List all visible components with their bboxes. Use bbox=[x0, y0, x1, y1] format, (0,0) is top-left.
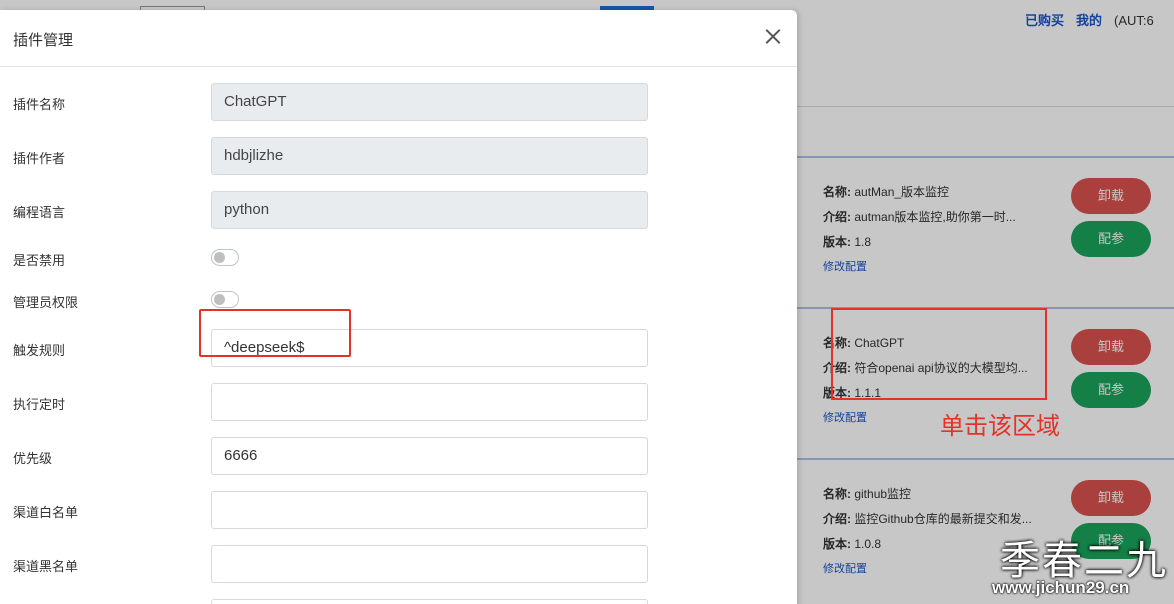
plugin-name-label: 插件名称 bbox=[13, 97, 66, 112]
whitelist-label: 渠道白名单 bbox=[13, 505, 79, 520]
priority-input[interactable]: 6666 bbox=[211, 437, 648, 475]
cron-input[interactable] bbox=[211, 383, 648, 421]
watermark-url: www.jichun29.cn bbox=[992, 578, 1130, 597]
annotation-text: 单击该区域 bbox=[940, 412, 1060, 440]
priority-label: 优先级 bbox=[13, 451, 53, 466]
plugin-manage-modal: 插件管理 插件名称 ChatGPT 插件作者 hdbjlizhe 编程语言 py… bbox=[0, 10, 797, 604]
annotation-highlight-box bbox=[831, 308, 1047, 400]
next-field-input[interactable] bbox=[211, 599, 648, 604]
admin-label: 管理员权限 bbox=[13, 295, 79, 310]
blacklist-label: 渠道黑名单 bbox=[13, 559, 79, 574]
disabled-toggle[interactable] bbox=[211, 249, 239, 266]
annotation-trigger-highlight bbox=[199, 309, 351, 357]
language-field: python bbox=[211, 191, 648, 229]
plugin-name-field: ChatGPT bbox=[211, 83, 648, 121]
watermark: 季春二九 www.jichun29.cn bbox=[990, 528, 1174, 604]
cron-label: 执行定时 bbox=[13, 397, 66, 412]
close-icon[interactable] bbox=[762, 26, 784, 48]
admin-toggle[interactable] bbox=[211, 291, 239, 308]
modal-title: 插件管理 bbox=[13, 32, 74, 49]
plugin-author-field: hdbjlizhe bbox=[211, 137, 648, 175]
plugin-author-label: 插件作者 bbox=[13, 151, 66, 166]
language-label: 编程语言 bbox=[13, 205, 66, 220]
blacklist-input[interactable] bbox=[211, 545, 648, 583]
trigger-rule-label: 触发规则 bbox=[13, 343, 66, 358]
disabled-label: 是否禁用 bbox=[13, 253, 66, 268]
whitelist-input[interactable] bbox=[211, 491, 648, 529]
modal-header: 插件管理 bbox=[0, 10, 797, 67]
